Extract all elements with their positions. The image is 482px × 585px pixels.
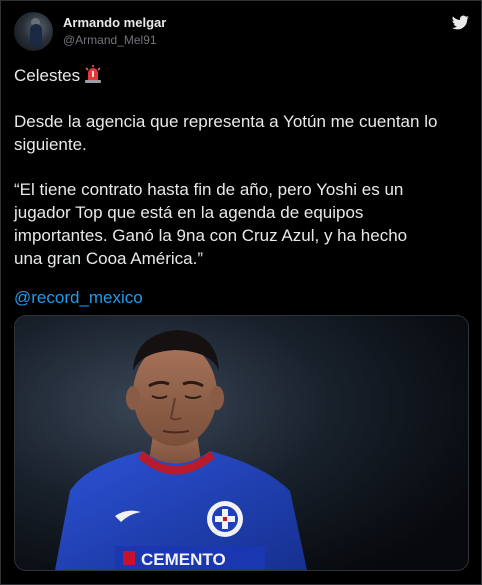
player-photo-illustration: CEMENTO (15, 316, 468, 570)
siren-emoji-icon (84, 65, 102, 83)
tweet-photo[interactable]: CEMENTO (14, 315, 469, 571)
tweet-line-3: siguiente. (14, 135, 87, 154)
tweet-text-celestes: Celestes (14, 66, 81, 85)
quote-line-3: importantes. Ganó la 9na con Cruz Azul, … (14, 226, 408, 245)
mention-link[interactable]: @record_mexico (14, 286, 143, 309)
twitter-bird-icon[interactable] (452, 14, 469, 31)
quote-line-1: “El tiene contrato hasta fin de año, per… (14, 180, 404, 199)
jersey-sponsor-text: CEMENTO (141, 550, 226, 569)
author-name[interactable]: Armando melgar (63, 15, 166, 30)
tweet-line-2: Desde la agencia que representa a Yotún … (14, 112, 438, 131)
avatar-figure (30, 24, 42, 46)
author-avatar[interactable] (14, 12, 53, 51)
author-handle[interactable]: @Armand_Mel91 (63, 33, 157, 47)
quote-line-4: una gran Cooa América.” (14, 249, 203, 268)
quote-line-2: jugador Top que está en la agenda de equ… (14, 203, 364, 222)
tweet-line-1: Celestes (14, 64, 102, 87)
